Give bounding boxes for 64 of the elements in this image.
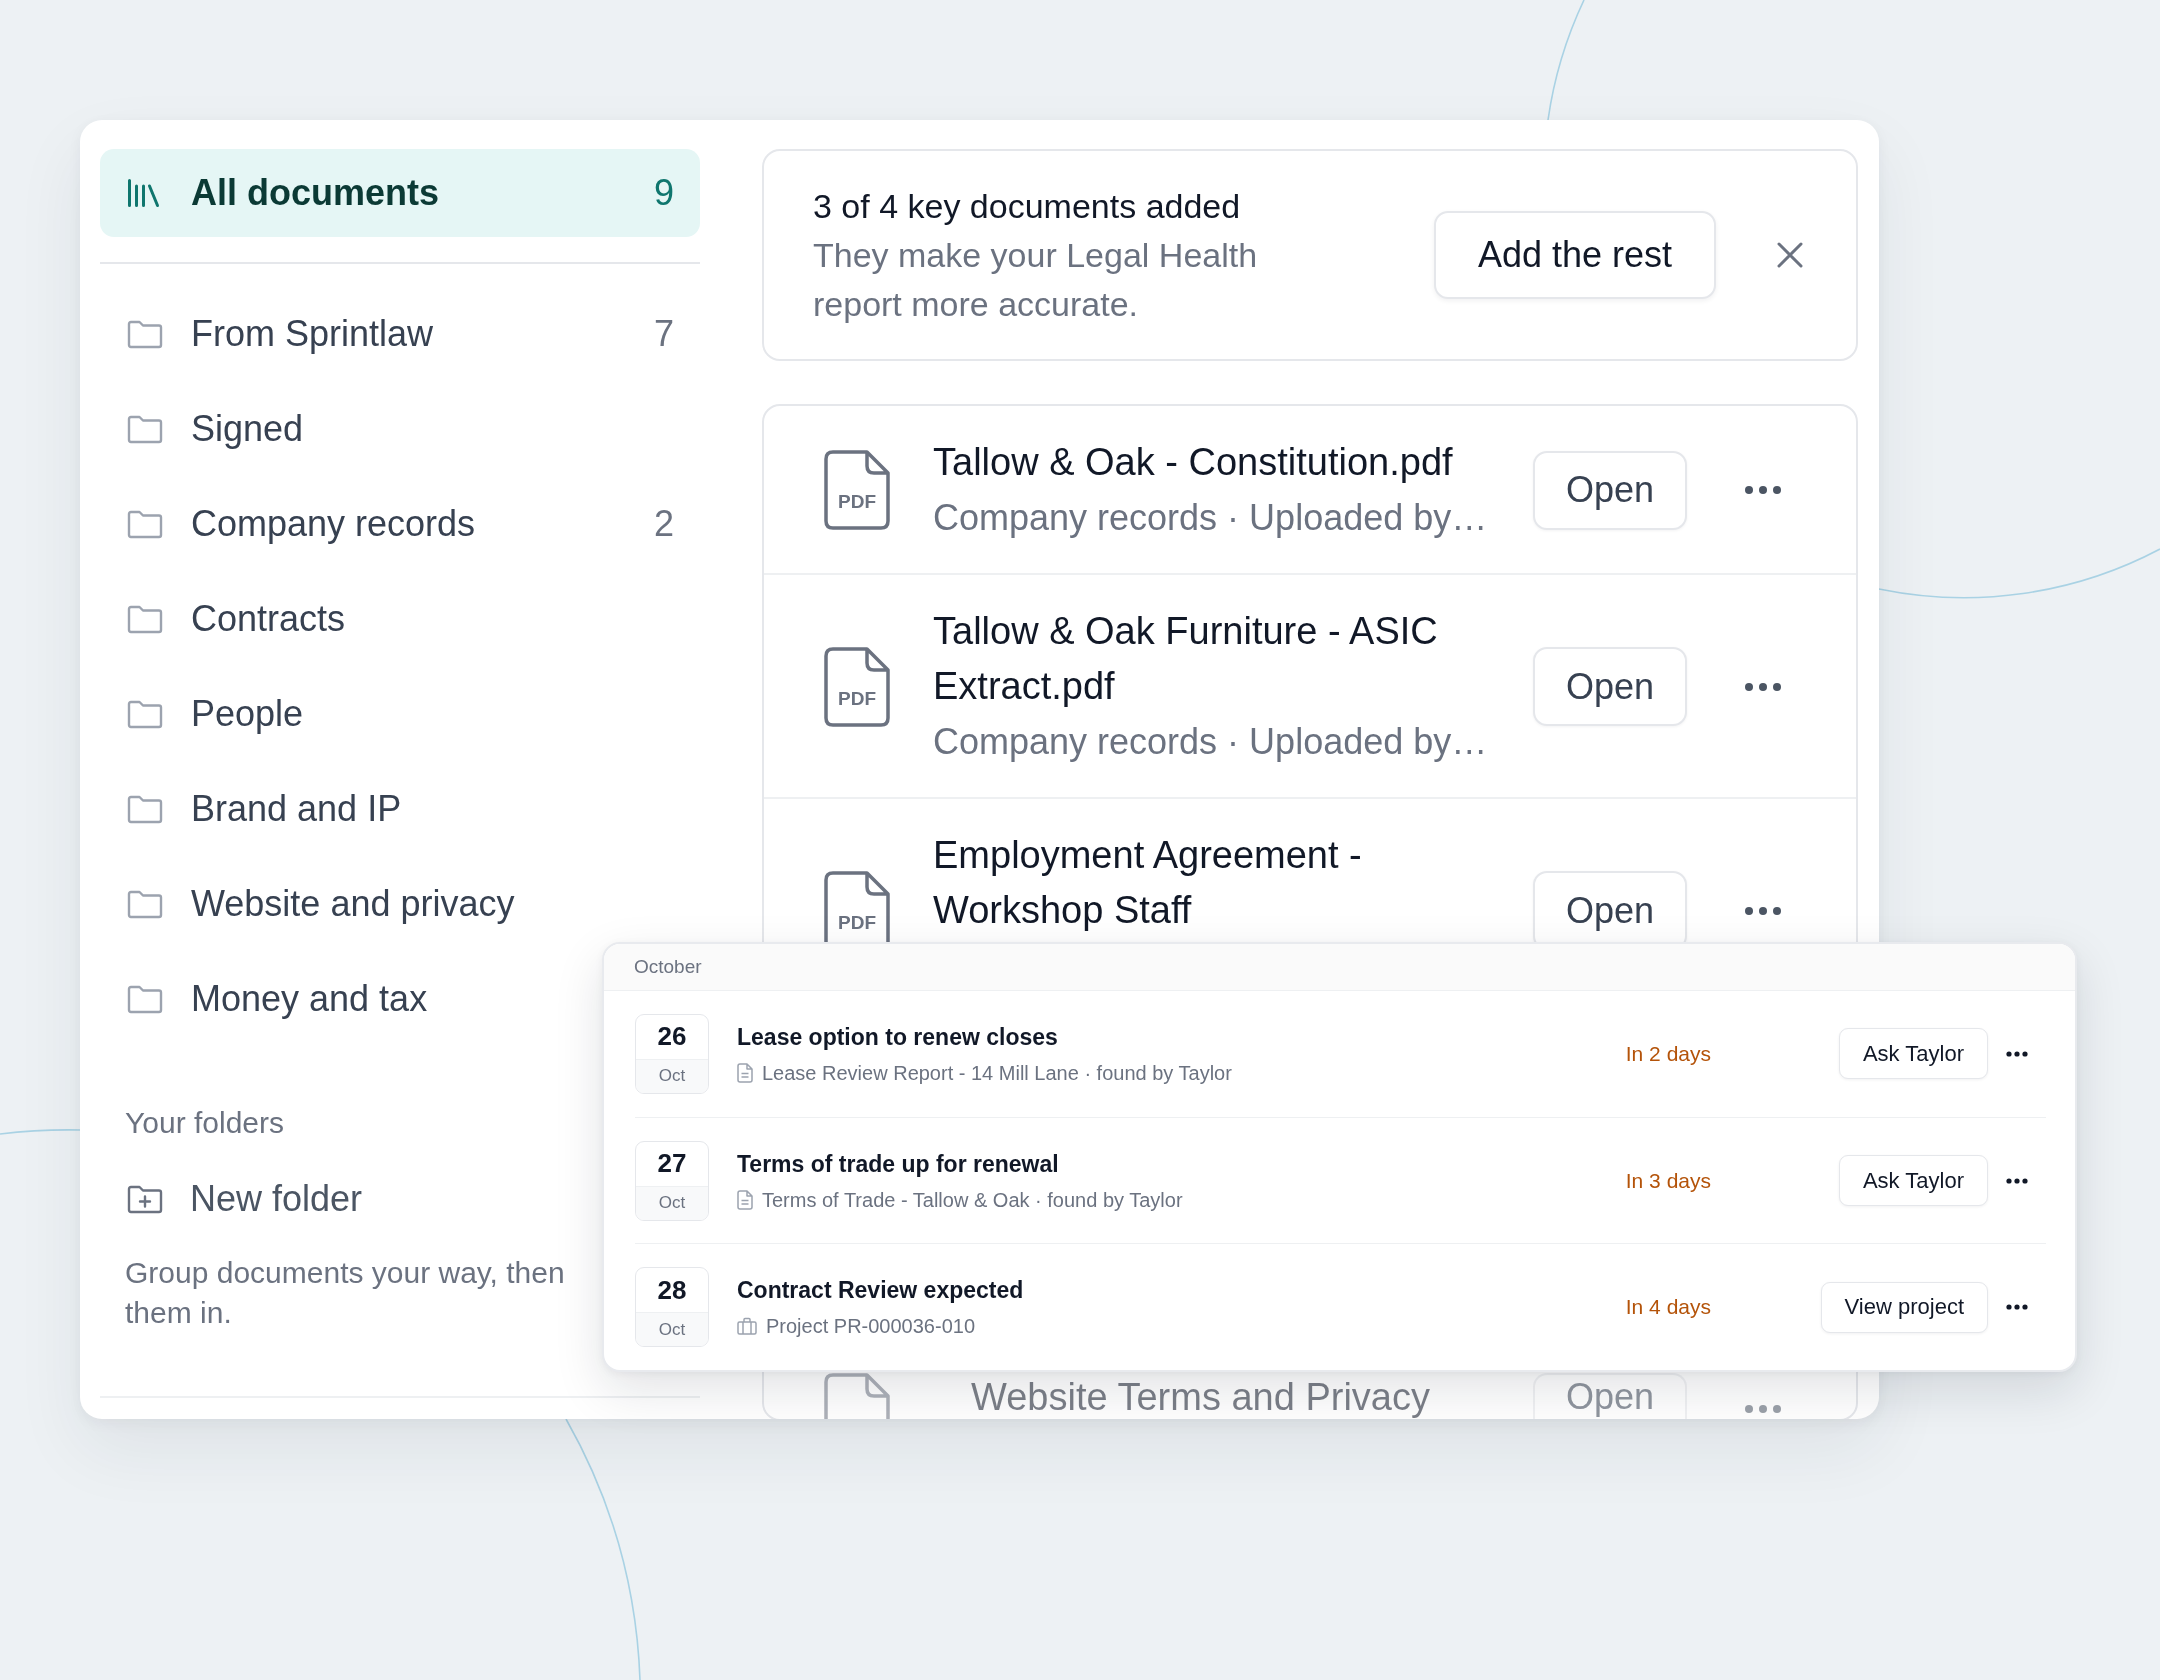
library-icon bbox=[127, 178, 160, 208]
sidebar-item[interactable]: Company records 2 bbox=[100, 480, 700, 568]
date-month: Oct bbox=[636, 1312, 708, 1347]
more-options-icon[interactable] bbox=[1745, 486, 1782, 494]
action-button[interactable]: Ask Taylor bbox=[1838, 1155, 1988, 1206]
date-month: Oct bbox=[636, 1058, 708, 1093]
sidebar-item[interactable]: Brand and IP bbox=[100, 765, 700, 853]
more-options-icon[interactable] bbox=[1745, 906, 1782, 915]
open-button[interactable]: Open bbox=[1533, 647, 1688, 726]
date-day: 28 bbox=[636, 1268, 708, 1313]
reminder-title: Contract Review expected bbox=[737, 1276, 1025, 1306]
new-folder-button[interactable]: New folder bbox=[100, 1159, 373, 1239]
reminder-title: Lease option to renew closes bbox=[737, 1022, 1059, 1052]
document-count: 7 bbox=[653, 313, 674, 355]
document-title: Tallow & Oak Furniture - ASIC Extract.pdf bbox=[933, 609, 1439, 709]
sidebar-item[interactable]: Signed bbox=[100, 385, 700, 473]
reminder-source: Project PR-000036-010 bbox=[766, 1314, 975, 1340]
action-button[interactable]: View project bbox=[1820, 1281, 1988, 1333]
more-options-icon[interactable] bbox=[1745, 682, 1782, 691]
sidebar-item[interactable]: Contracts bbox=[100, 575, 700, 663]
document-meta: Company records · Uploaded by… bbox=[933, 720, 1489, 764]
document-count: 2 bbox=[653, 503, 674, 545]
briefcase-icon bbox=[737, 1317, 757, 1336]
folder-icon bbox=[127, 604, 163, 634]
document-title: Tallow & Oak - Constitution.pdf bbox=[933, 440, 1454, 485]
folder-icon bbox=[127, 319, 163, 349]
sidebar-item[interactable]: People bbox=[100, 670, 700, 758]
action-button[interactable]: Ask Taylor bbox=[1838, 1028, 1988, 1080]
document-title: Website Terms and Privacy bbox=[970, 1376, 1431, 1418]
more-options-icon[interactable] bbox=[2006, 1177, 2028, 1184]
date-day: 26 bbox=[636, 1014, 708, 1059]
banner-text: They make your Legal Health report more accurate. bbox=[813, 235, 1259, 325]
folder-plus-icon bbox=[127, 1184, 163, 1214]
more-options-icon[interactable] bbox=[2006, 1304, 2028, 1311]
document-title: Employment Agreement - Workshop Staff bbox=[933, 833, 1363, 933]
folder-icon bbox=[127, 794, 163, 824]
folder-icon bbox=[127, 509, 163, 539]
due-label: In 4 days bbox=[1625, 1295, 1711, 1320]
reminder-title: Terms of trade up for renewal bbox=[737, 1149, 1060, 1179]
close-icon[interactable] bbox=[1776, 241, 1804, 269]
reminder-source: Terms of Trade - Tallow & Oak · found by Taylor bbox=[762, 1187, 1183, 1213]
due-label: In 2 days bbox=[1625, 1041, 1711, 1066]
due-label: In 3 days bbox=[1625, 1168, 1711, 1193]
file-icon bbox=[824, 1373, 890, 1419]
document-icon bbox=[737, 1189, 753, 1210]
open-button[interactable]: Open bbox=[1533, 450, 1688, 530]
banner-title: 3 of 4 key documents added bbox=[813, 186, 1242, 227]
add-the-rest-button[interactable]: Add the rest bbox=[1433, 211, 1716, 299]
more-options-icon[interactable] bbox=[2006, 1050, 2028, 1057]
document-count: 9 bbox=[653, 172, 674, 214]
section-heading: Your folders bbox=[124, 1105, 284, 1141]
document-icon bbox=[737, 1062, 753, 1083]
folder-icon bbox=[127, 699, 163, 729]
month-header: October bbox=[604, 944, 2075, 991]
sidebar-item[interactable]: All documents 9 bbox=[100, 149, 700, 237]
folder-icon bbox=[127, 414, 163, 444]
reminder-source: Lease Review Report - 14 Mill Lane · found by Taylor bbox=[762, 1060, 1232, 1086]
hint-text: Group documents your way, then them in. bbox=[124, 1255, 566, 1331]
folder-icon bbox=[127, 889, 163, 919]
document-meta: Company records · Uploaded by… bbox=[933, 496, 1489, 540]
date-day: 27 bbox=[636, 1141, 708, 1186]
sidebar-item[interactable]: From Sprintlaw 7 bbox=[100, 290, 700, 378]
date-month: Oct bbox=[636, 1185, 708, 1220]
folder-icon bbox=[127, 984, 163, 1014]
